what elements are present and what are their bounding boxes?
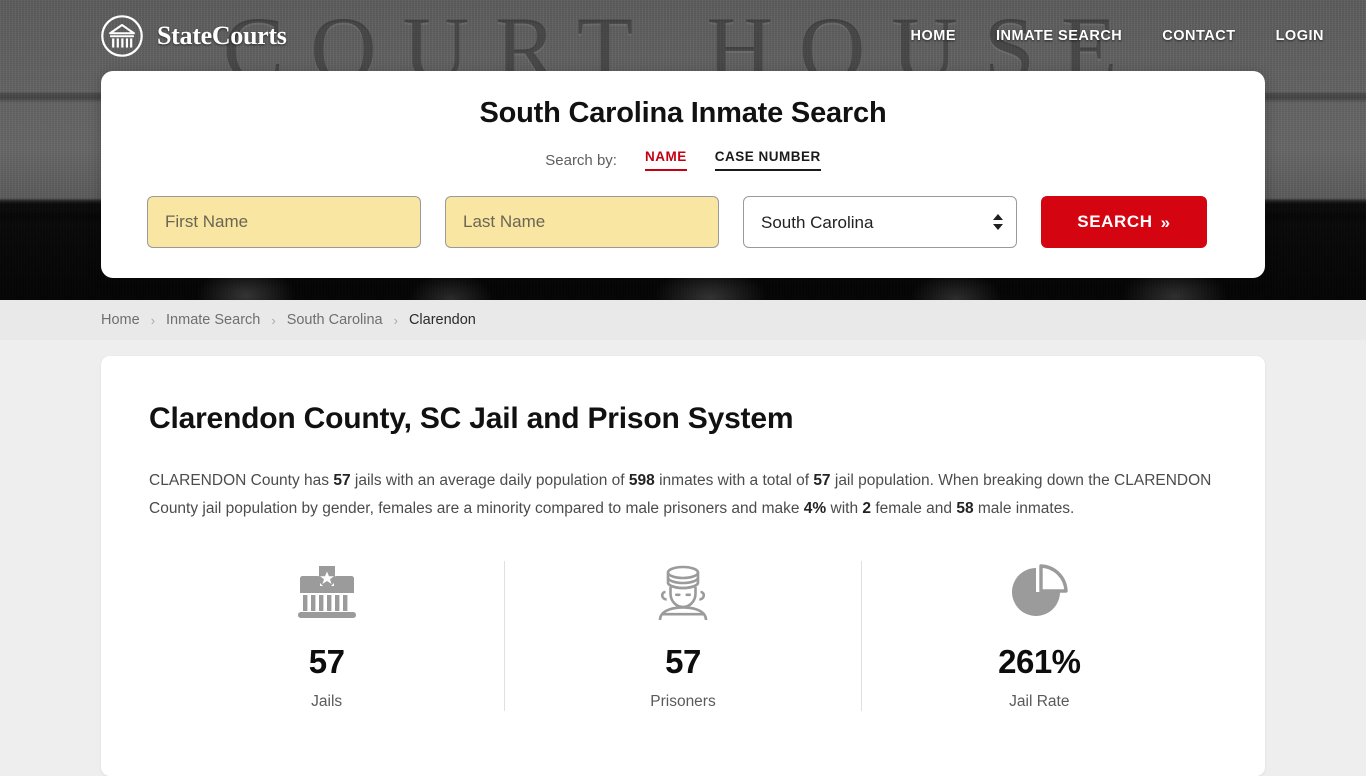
site-brand[interactable]: StateCourts (100, 14, 287, 58)
stat-prisoners-value: 57 (665, 643, 701, 680)
stat-jail-rate-value: 261% (998, 643, 1081, 680)
breadcrumb-item-clarendon: Clarendon (408, 312, 476, 328)
search-button-label: SEARCH (1077, 212, 1153, 231)
page-title: Clarendon County, SC Jail and Prison Sys… (149, 402, 794, 435)
breadcrumb-separator-icon: › (393, 312, 398, 328)
tab-search-by-case-number[interactable]: CASE NUMBER (714, 149, 821, 171)
breadcrumb-item-south-carolina[interactable]: South Carolina (287, 312, 383, 328)
double-chevron-right-icon: » (1160, 212, 1171, 232)
stat-jails-label: Jails (311, 693, 343, 710)
breadcrumb-item-inmate-search[interactable]: Inmate Search (166, 312, 260, 328)
stat-jails: 57 Jails (149, 561, 504, 711)
courthouse-circle-icon (100, 14, 144, 58)
tab-search-by-name[interactable]: NAME (644, 149, 687, 171)
search-card-title: South Carolina Inmate Search (479, 97, 887, 129)
nav-item-inmate-search[interactable]: INMATE SEARCH (996, 28, 1122, 44)
first-name-input[interactable] (147, 196, 421, 248)
main-nav: HOME INMATE SEARCH CONTACT LOGIN (911, 28, 1325, 44)
inmate-search-card: South Carolina Inmate Search Search by: … (101, 71, 1265, 278)
county-stats-row: 57 Jails 57 Prisoners 261% Jail Rate (149, 561, 1217, 711)
search-button[interactable]: SEARCH » (1041, 196, 1207, 248)
stat-jail-rate-label: Jail Rate (1009, 693, 1070, 710)
nav-item-home[interactable]: HOME (911, 28, 957, 44)
nav-item-login[interactable]: LOGIN (1276, 28, 1324, 44)
search-by-row: Search by: NAME CASE NUMBER (147, 149, 1219, 171)
stat-jail-rate: 261% Jail Rate (860, 561, 1217, 711)
nav-item-contact[interactable]: CONTACT (1162, 28, 1235, 44)
last-name-input[interactable] (445, 196, 719, 248)
stat-prisoners-label: Prisoners (650, 693, 716, 710)
stat-jails-value: 57 (308, 643, 345, 680)
breadcrumb: Home › Inmate Search › South Carolina › … (0, 300, 1366, 340)
breadcrumb-separator-icon: › (150, 312, 156, 328)
state-select[interactable]: South Carolina (743, 196, 1017, 248)
search-by-label: Search by: (545, 151, 617, 169)
county-content-card: Clarendon County, SC Jail and Prison Sys… (101, 356, 1265, 776)
brand-name: StateCourts (157, 21, 287, 50)
hero-banner: COURT HOUSE StateCourts HOME INMATE SEAR… (0, 0, 1366, 300)
state-select-wrapper: South Carolina (743, 196, 1017, 248)
top-navigation-bar: StateCourts HOME INMATE SEARCH CONTACT L… (0, 0, 1366, 72)
jail-building-icon (294, 561, 360, 623)
prisoner-icon (652, 561, 714, 623)
stat-prisoners: 57 Prisoners (504, 561, 860, 711)
search-form: South Carolina SEARCH » (147, 196, 1219, 248)
breadcrumb-separator-icon: › (271, 312, 276, 328)
breadcrumb-item-home[interactable]: Home (101, 312, 140, 328)
county-intro-paragraph: CLARENDON County has 57 jails with an av… (149, 472, 1212, 517)
pie-chart-icon (1008, 561, 1070, 623)
